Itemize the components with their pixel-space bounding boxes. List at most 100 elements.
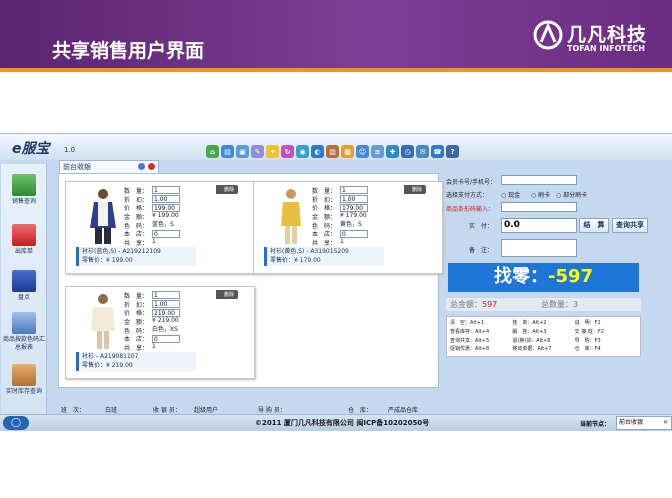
sales-icon[interactable]: ▤ <box>221 145 234 158</box>
company-logo-icon <box>533 20 563 50</box>
member-input[interactable] <box>501 175 577 185</box>
star-icon[interactable]: ✦ <box>266 145 279 158</box>
copyright: ©2011 厦门几凡科技有限公司 闽ICP备10202050号 <box>255 419 430 427</box>
store-qty-select[interactable]: 0 <box>152 334 180 343</box>
query-share-button[interactable]: 查询共享 <box>612 218 648 233</box>
camera-icon[interactable]: ◐ <box>311 145 324 158</box>
cashier-label: 收 银 员： <box>153 407 181 414</box>
banner: 共享销售用户界面 几凡科技 TOFAN INFOTECH <box>0 0 672 68</box>
chat-icon[interactable]: ☎ <box>431 145 444 158</box>
hotkey-item: 导 购：F3 <box>574 337 601 344</box>
book-icon[interactable]: ▥ <box>326 145 339 158</box>
app-version: 1.0 <box>64 146 76 154</box>
mail-icon[interactable]: ✉ <box>416 145 429 158</box>
start-icon[interactable]: ◯ <box>3 416 29 430</box>
close-icon[interactable] <box>148 163 155 170</box>
shift-label: 班 次： <box>61 407 86 414</box>
help-icon[interactable]: ? <box>446 145 459 158</box>
field-label: 数 量： <box>312 187 337 195</box>
item-fields: 数 量： 1 折 扣： 1.00 价 格： 179.00 金 额： ¥ 179.00 色… <box>312 186 368 247</box>
pin-icon[interactable] <box>138 163 145 170</box>
store-qty-select[interactable]: 0 <box>152 229 180 238</box>
totals-bar: 总金额：597 总数量：3 <box>446 298 641 311</box>
chart-icon <box>12 174 36 196</box>
pay-card-radio[interactable]: ○ 刷卡 <box>531 190 550 199</box>
sidebar-item-inventory[interactable]: 盘点 <box>1 270 47 302</box>
member-label: 会员卡号/手机号： <box>446 179 497 186</box>
field-label: 色 码： <box>124 222 149 230</box>
checklist-icon <box>12 270 36 292</box>
change-display: 找零：-597 <box>446 261 641 294</box>
field-label: 共 享： <box>124 344 149 352</box>
item-name: 衬衫 - A219081107 <box>82 353 139 360</box>
share-qty-value: 1 <box>152 238 156 246</box>
field-label: 金 额： <box>312 213 337 221</box>
change-value: -597 <box>547 266 594 287</box>
item-price: 零售价：¥ 179.00 <box>270 257 321 264</box>
clock-icon[interactable]: ◷ <box>401 145 414 158</box>
toolbar: ⌂ ▤ ▣ ✎ ✦ ↻ ◉ ◐ ▥ ▦ ☺ ≡ ✚ ◷ ✉ ☎ ? <box>206 145 459 161</box>
color-size-value: 蓝色，S <box>152 221 174 229</box>
quantity-input[interactable]: 1 <box>152 186 180 195</box>
sidebar-item-outbound[interactable]: 出库单 <box>1 224 47 256</box>
hotkey-item: 促销优惠：Alt+8 <box>450 346 490 353</box>
hotkey-item: 交 接 班：F2 <box>574 328 604 335</box>
delete-button[interactable]: 删除 <box>216 290 239 299</box>
price-input[interactable]: 219.00 <box>152 308 180 317</box>
document-icon[interactable]: ≡ <box>371 145 384 158</box>
total-amount-label: 总金额： <box>450 300 482 309</box>
open-icon[interactable]: ▣ <box>236 145 249 158</box>
refresh-icon[interactable]: ↻ <box>281 145 294 158</box>
price-input[interactable]: 199.00 <box>152 203 180 212</box>
calendar-icon[interactable]: ▦ <box>341 145 354 158</box>
item-info: 衬衫 - A219081107 零售价：¥ 219.00 <box>76 352 196 371</box>
delete-button[interactable]: 删除 <box>404 185 427 194</box>
tab-checkout[interactable]: 前台收银 <box>59 160 159 173</box>
sidebar-item-stock[interactable]: 实时库存查询 <box>1 364 47 396</box>
sidebar-item-label: 盘点 <box>17 294 30 301</box>
wrench-icon[interactable]: ✚ <box>386 145 399 158</box>
status-bar: ◯ ©2011 厦门几凡科技有限公司 闽ICP备10202050号 当前节点： … <box>0 414 672 431</box>
store-qty-select[interactable]: 0 <box>340 229 368 238</box>
payment-label: 选择支付方式： <box>446 192 489 199</box>
sidebar-item-report[interactable]: 商品按款色码汇总报表 <box>1 312 47 352</box>
discount-input[interactable]: 1.00 <box>340 195 368 204</box>
discount-input[interactable]: 1.00 <box>152 195 180 204</box>
shift-value: 白班 <box>105 407 118 414</box>
sidebar-item-label: 出库单 <box>14 248 33 255</box>
sidebar-item-sales-query[interactable]: 销售查询 <box>1 174 47 206</box>
cart-item: 数 量： 1 折 扣： 1.00 价 格： 219.00 金 额： ¥ 219.00 色… <box>65 286 255 379</box>
pay-partial-radio[interactable]: ○ 部分刷卡 <box>556 190 587 199</box>
hotkey-item: 说 明：F1 <box>574 320 601 326</box>
settle-button[interactable]: 结 算 <box>579 218 609 233</box>
home-icon[interactable]: ⌂ <box>206 145 219 158</box>
delete-button[interactable]: 删除 <box>216 185 239 194</box>
note-input[interactable] <box>501 239 577 257</box>
globe-icon[interactable]: ◉ <box>296 145 309 158</box>
users-icon[interactable]: ☺ <box>356 145 369 158</box>
banner-underline <box>0 68 672 72</box>
field-label: 折 扣： <box>124 196 149 204</box>
sidebar: 销售查询 出库单 盘点 商品按款色码汇总报表 实时库存查询 <box>1 164 47 428</box>
field-label: 色 码： <box>312 222 337 230</box>
total-amount-value: 597 <box>482 300 498 309</box>
share-qty-value: 1 <box>152 343 156 351</box>
price-input[interactable]: 179.00 <box>340 203 368 212</box>
quantity-input[interactable]: 1 <box>340 186 368 195</box>
product-photo <box>266 186 316 246</box>
close-icon[interactable]: ✕ <box>663 417 668 429</box>
edit-icon[interactable]: ✎ <box>251 145 264 158</box>
item-fields: 数 量： 1 折 扣： 1.00 价 格： 199.00 金 额： ¥ 199.00 色… <box>124 186 180 247</box>
quantity-input[interactable]: 1 <box>152 291 180 300</box>
sidebar-item-label: 销售查询 <box>11 198 36 205</box>
field-label: 价 格： <box>312 205 337 213</box>
color-size-value: 白色，XS <box>152 326 178 334</box>
taskbar-item[interactable]: 前台收银 ✕ <box>616 416 672 430</box>
barcode-input[interactable] <box>501 202 577 212</box>
paid-input[interactable]: 0.0 <box>501 218 577 233</box>
field-label: 价 格： <box>124 310 149 318</box>
pay-cash-radio[interactable]: ○ 现金 <box>501 190 520 199</box>
discount-input[interactable]: 1.00 <box>152 300 180 309</box>
tab-label: 前台收银 <box>63 163 91 171</box>
box-icon <box>12 364 36 386</box>
